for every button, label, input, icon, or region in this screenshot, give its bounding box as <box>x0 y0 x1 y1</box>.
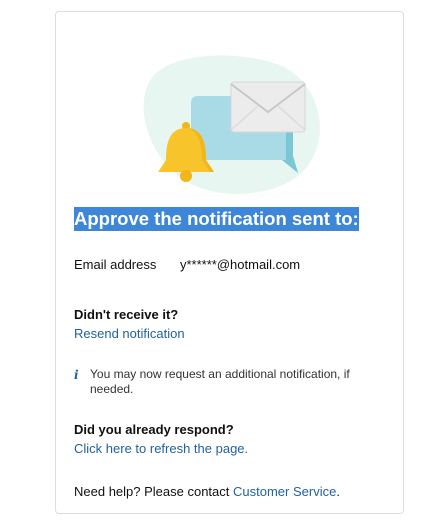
verification-card: Approve the notification sent to: Email … <box>55 11 404 514</box>
notification-illustration <box>143 55 320 195</box>
email-label: Email address <box>74 257 157 272</box>
customer-service-link[interactable]: Customer Service <box>233 484 336 499</box>
info-alert: i You may now request an additional noti… <box>74 367 374 397</box>
not-received-title: Didn't receive it? <box>74 307 179 322</box>
email-value: y******@hotmail.com <box>180 257 301 272</box>
page-title-text: Approve the notification sent to: <box>74 207 359 231</box>
help-text: Need help? Please contact Customer Servi… <box>74 483 340 501</box>
envelope-icon <box>230 81 306 133</box>
already-responded-title: Did you already respond? <box>74 422 234 437</box>
refresh-page-link[interactable]: Click here to refresh the page. <box>74 440 248 458</box>
email-row: Email address y******@hotmail.com <box>74 256 300 274</box>
help-prefix: Need help? Please contact <box>74 484 230 499</box>
info-text: You may now request an additional notifi… <box>90 367 350 396</box>
help-suffix: . <box>336 484 340 499</box>
page-title: Approve the notification sent to: <box>74 207 359 231</box>
info-icon: i <box>74 368 79 382</box>
resend-notification-link[interactable]: Resend notification <box>74 325 185 343</box>
